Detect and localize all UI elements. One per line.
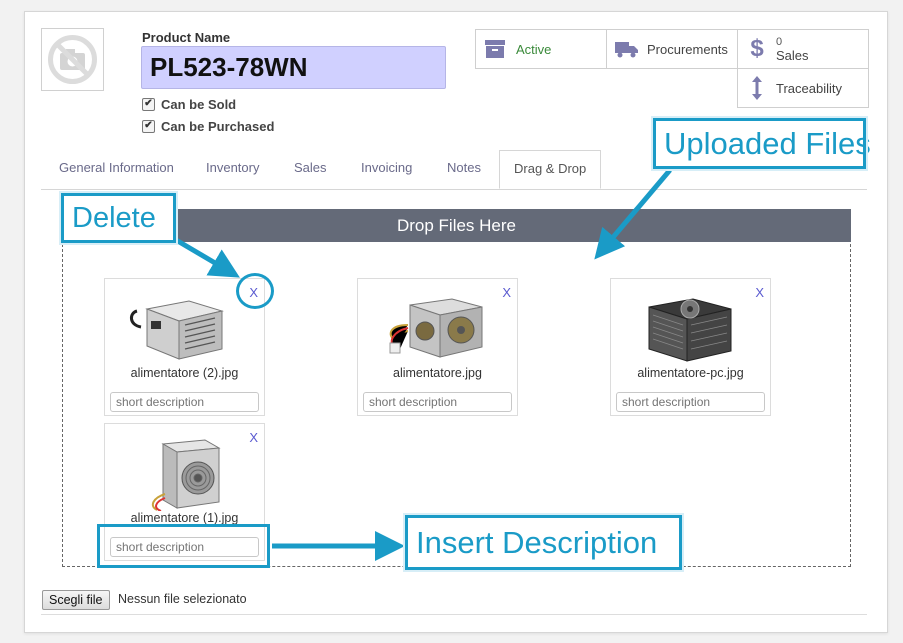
tab-sales[interactable]: Sales bbox=[294, 150, 327, 188]
sales-count: 0 bbox=[776, 36, 783, 48]
checkmark-icon[interactable]: ✔ bbox=[142, 98, 155, 111]
delete-file-button[interactable]: X bbox=[249, 430, 258, 445]
no-camera-icon bbox=[48, 35, 97, 84]
short-description-input[interactable] bbox=[616, 392, 765, 412]
product-image-placeholder[interactable] bbox=[41, 28, 104, 91]
active-label: Active bbox=[516, 41, 552, 57]
file-name: alimentatore (1).jpg bbox=[130, 511, 239, 525]
tab-invoicing[interactable]: Invoicing bbox=[361, 150, 412, 188]
can-be-purchased-label: Can be Purchased bbox=[161, 119, 275, 134]
traceability-button[interactable]: Traceability bbox=[737, 68, 869, 108]
delete-callout: Delete bbox=[59, 191, 178, 245]
traceability-label: Traceability bbox=[776, 80, 842, 96]
up-down-arrow-icon bbox=[738, 76, 776, 100]
file-status-text: Nessun file selezionato bbox=[118, 592, 247, 606]
drop-files-header: Drop Files Here bbox=[62, 209, 851, 242]
sales-label: Sales bbox=[776, 48, 809, 63]
delete-highlight-ring bbox=[236, 273, 274, 309]
tab-inventory[interactable]: Inventory bbox=[206, 150, 259, 188]
archive-box-icon bbox=[476, 39, 514, 59]
can-be-sold-checkbox[interactable]: ✔ Can be Sold bbox=[142, 97, 236, 112]
file-name: alimentatore.jpg bbox=[393, 366, 482, 380]
insert-description-highlight-box bbox=[97, 524, 270, 568]
delete-file-button[interactable]: X bbox=[755, 285, 764, 300]
can-be-purchased-checkbox[interactable]: ✔ Can be Purchased bbox=[142, 119, 274, 134]
product-name-input[interactable]: PL523-78WN bbox=[141, 46, 446, 89]
tab-drag-and-drop[interactable]: Drag & Drop bbox=[499, 150, 602, 189]
can-be-sold-label: Can be Sold bbox=[161, 97, 237, 112]
truck-icon bbox=[607, 40, 647, 58]
procurements-button[interactable]: Procurements bbox=[606, 29, 738, 69]
file-name: alimentatore-pc.jpg bbox=[637, 366, 744, 380]
short-description-input[interactable] bbox=[363, 392, 512, 412]
power-supply-thumbnail bbox=[130, 300, 224, 360]
insert-description-callout: Insert Description bbox=[403, 513, 684, 572]
sales-button[interactable]: $ 0 Sales bbox=[737, 29, 869, 69]
uploaded-file-card: X alimentatore-pc.jpg bbox=[610, 278, 771, 416]
uploaded-files-callout: Uploaded Files bbox=[651, 116, 871, 171]
divider bbox=[41, 614, 867, 615]
delete-file-button[interactable]: X bbox=[502, 285, 511, 300]
power-supply-thumbnail bbox=[151, 439, 221, 511]
product-name-label: Product Name bbox=[142, 30, 231, 45]
tab-general-information[interactable]: General Information bbox=[59, 150, 174, 188]
file-name: alimentatore (2).jpg bbox=[130, 366, 239, 380]
power-supply-thumbnail bbox=[389, 298, 483, 358]
active-toggle-button[interactable]: Active bbox=[475, 29, 607, 69]
dollar-icon: $ bbox=[750, 35, 764, 62]
choose-file-button[interactable]: Scegli file bbox=[42, 590, 110, 610]
short-description-input[interactable] bbox=[110, 392, 259, 412]
power-supply-thumbnail bbox=[648, 298, 732, 362]
procurements-label: Procurements bbox=[647, 41, 728, 57]
tab-notes[interactable]: Notes bbox=[447, 150, 481, 188]
checkmark-icon[interactable]: ✔ bbox=[142, 120, 155, 133]
uploaded-file-card: X alimentatore.jpg bbox=[357, 278, 518, 416]
